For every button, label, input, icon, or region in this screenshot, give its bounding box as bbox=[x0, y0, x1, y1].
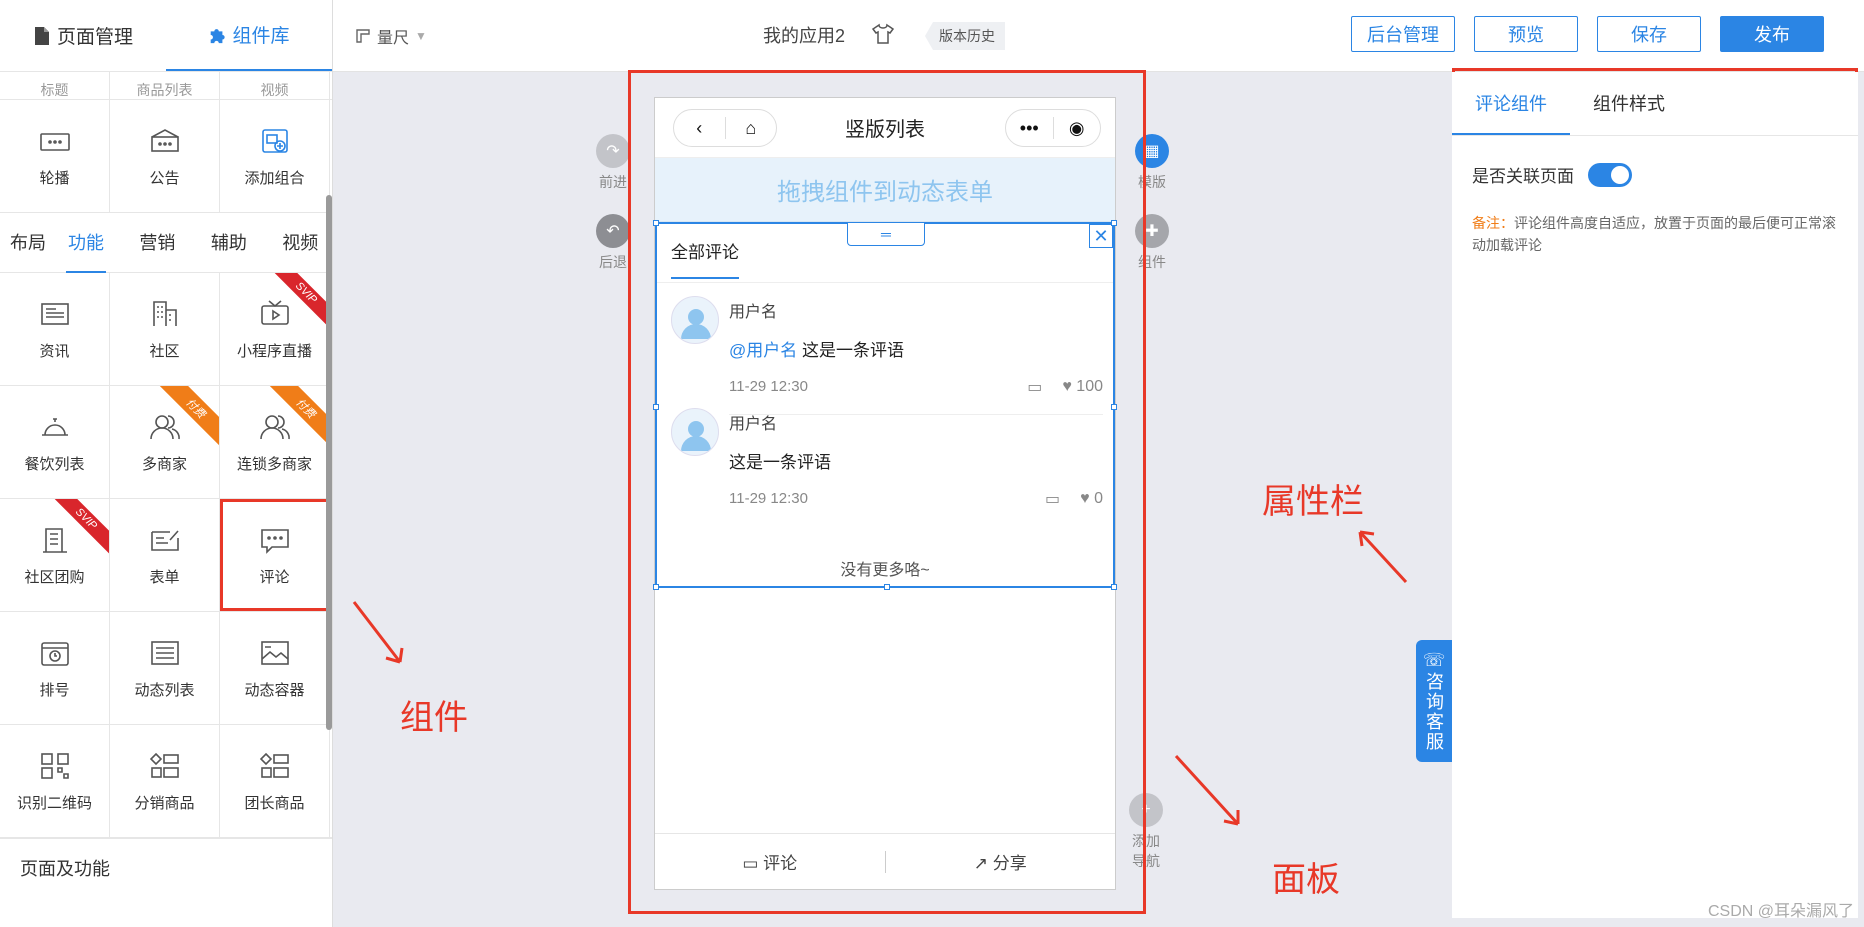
partial-component-row: 标题 商品列表 视频 bbox=[0, 72, 332, 100]
category-tab-auxiliary[interactable]: 辅助 bbox=[197, 213, 260, 273]
tab-component-style[interactable]: 组件样式 bbox=[1570, 72, 1688, 135]
ruler-icon bbox=[356, 29, 370, 43]
queue-icon bbox=[40, 641, 69, 666]
link-page-label: 是否关联页面 bbox=[1472, 167, 1574, 186]
merchants-icon bbox=[149, 414, 180, 439]
property-tabs: 评论组件 组件样式 bbox=[1452, 72, 1858, 136]
component-add-combo[interactable]: 添加组合 bbox=[220, 100, 330, 212]
left-tabs: 页面管理 组件库 bbox=[0, 0, 332, 72]
save-button[interactable]: 保存 bbox=[1597, 16, 1701, 52]
component-row: 社区团购 SVIP 表单 评论 bbox=[0, 499, 332, 612]
category-tab-function[interactable]: 功能 bbox=[54, 213, 117, 273]
component-dynamic-container[interactable]: 动态容器 bbox=[220, 612, 330, 724]
component-row: 识别二维码 分销商品 团长商品 bbox=[0, 725, 332, 838]
notice-icon bbox=[150, 128, 179, 152]
remark-label: 备注： bbox=[1472, 215, 1514, 231]
component-notice[interactable]: 公告 bbox=[110, 100, 220, 212]
link-page-setting: 是否关联页面 bbox=[1472, 162, 1632, 187]
group-buy-icon bbox=[42, 527, 67, 553]
arrow-icon bbox=[352, 601, 404, 664]
category-tab-layout[interactable]: 布局 bbox=[10, 213, 46, 273]
component-distribution-goods[interactable]: 分销商品 bbox=[110, 725, 220, 837]
category-tab-marketing[interactable]: 营销 bbox=[126, 213, 189, 273]
version-history-button[interactable]: 版本历史 bbox=[925, 22, 1005, 50]
qrcode-icon bbox=[40, 752, 69, 779]
tab-page-management[interactable]: 页面管理 bbox=[0, 0, 166, 71]
app-name: 我的应用2 bbox=[763, 26, 846, 46]
component-row: 排号 动态列表 动态容器 bbox=[0, 612, 332, 725]
component-partial-2[interactable]: 商品列表 bbox=[110, 72, 220, 100]
comment-icon bbox=[260, 528, 289, 554]
panel-highlight-box bbox=[628, 70, 1146, 914]
tab-comment-component[interactable]: 评论组件 bbox=[1452, 72, 1570, 135]
page-icon bbox=[34, 26, 49, 45]
remark-note: 备注：评论组件高度自适应，放置于页面的最后便可正常滚动加载评论 bbox=[1472, 215, 1836, 253]
component-news[interactable]: 资讯 bbox=[0, 273, 110, 385]
community-icon bbox=[152, 300, 177, 326]
component-live[interactable]: 小程序直播 SVIP bbox=[220, 273, 330, 385]
category-tab-video[interactable]: 视频 bbox=[269, 213, 332, 273]
watermark: CSDN @耳朵漏风了 bbox=[1707, 903, 1854, 920]
leader-goods-icon bbox=[259, 752, 289, 778]
distribution-icon bbox=[149, 752, 179, 778]
undo-icon: ↶ bbox=[596, 214, 630, 248]
component-dynamic-list[interactable]: 动态列表 bbox=[110, 612, 220, 724]
consult-service-button[interactable]: ☏ 咨询客服 bbox=[1416, 640, 1452, 762]
component-queue[interactable]: 排号 bbox=[0, 612, 110, 724]
top-toolbar: 量尺 ▼ 我的应用2 版本历史 后台管理 预览 保存 发布 bbox=[333, 0, 1864, 72]
component-qrcode[interactable]: 识别二维码 bbox=[0, 725, 110, 837]
component-carousel[interactable]: 轮播 bbox=[0, 100, 110, 212]
dynamic-list-icon bbox=[150, 640, 179, 665]
forward-button[interactable]: ↷ 前进 bbox=[596, 134, 630, 192]
theme-shirt-icon[interactable] bbox=[871, 22, 895, 46]
headset-icon: ☏ bbox=[1422, 650, 1446, 670]
link-page-toggle[interactable] bbox=[1588, 162, 1632, 187]
sidebar-scrollbar[interactable] bbox=[326, 195, 332, 730]
live-icon bbox=[260, 299, 289, 325]
news-icon bbox=[40, 302, 69, 325]
add-combo-icon bbox=[261, 128, 288, 153]
dynamic-container-icon bbox=[260, 640, 289, 665]
backend-management-button[interactable]: 后台管理 bbox=[1351, 16, 1455, 52]
annotation-panel: 面板 bbox=[1272, 861, 1340, 899]
annotation-component: 组件 bbox=[400, 699, 468, 737]
puzzle-icon bbox=[211, 28, 226, 43]
back-button[interactable]: ↶ 后退 bbox=[596, 214, 630, 272]
component-partial-1[interactable]: 标题 bbox=[0, 72, 110, 100]
annotation-property: 属性栏 bbox=[1262, 483, 1364, 521]
arrow-icon bbox=[1174, 754, 1240, 826]
component-group-buy[interactable]: 社区团购 SVIP bbox=[0, 499, 110, 611]
component-leader-goods[interactable]: 团长商品 bbox=[220, 725, 330, 837]
component-form[interactable]: 表单 bbox=[110, 499, 220, 611]
property-panel: 评论组件 组件样式 是否关联页面 备注：评论组件高度自适应，放置于页面的最后便可… bbox=[1452, 72, 1858, 918]
component-row: 餐饮列表 多商家 付费 连锁多商家 付费 bbox=[0, 386, 332, 499]
tab-component-library[interactable]: 组件库 bbox=[166, 0, 332, 71]
component-dining-list[interactable]: 餐饮列表 bbox=[0, 386, 110, 498]
chain-merchants-icon bbox=[259, 414, 290, 439]
component-chain-multi-merchant[interactable]: 连锁多商家 付费 bbox=[220, 386, 330, 498]
carousel-icon bbox=[39, 132, 70, 151]
category-tabs: 布局 功能 营销 辅助 视频 bbox=[0, 213, 332, 273]
publish-button[interactable]: 发布 bbox=[1720, 16, 1824, 52]
arrow-icon bbox=[1358, 530, 1408, 584]
component-partial-3[interactable]: 视频 bbox=[220, 72, 330, 100]
component-row: 轮播 公告 添加组合 bbox=[0, 100, 332, 213]
preview-button[interactable]: 预览 bbox=[1474, 16, 1578, 52]
section-page-and-function[interactable]: 页面及功能 bbox=[0, 838, 332, 898]
component-multi-merchant[interactable]: 多商家 付费 bbox=[110, 386, 220, 498]
component-community[interactable]: 社区 bbox=[110, 273, 220, 385]
form-icon bbox=[150, 529, 179, 551]
dining-icon bbox=[41, 417, 68, 436]
component-row: 资讯 社区 小程序直播 SVIP bbox=[0, 273, 332, 386]
ruler-dropdown[interactable]: 量尺 ▼ bbox=[355, 24, 427, 48]
chevron-down-icon: ▼ bbox=[415, 29, 427, 43]
redo-icon: ↷ bbox=[596, 134, 630, 168]
component-comment[interactable]: 评论 bbox=[220, 499, 330, 611]
component-sidebar: 页面管理 组件库 标题 商品列表 视频 轮播 公告 添加组合 布局 功能 营销 … bbox=[0, 0, 333, 927]
